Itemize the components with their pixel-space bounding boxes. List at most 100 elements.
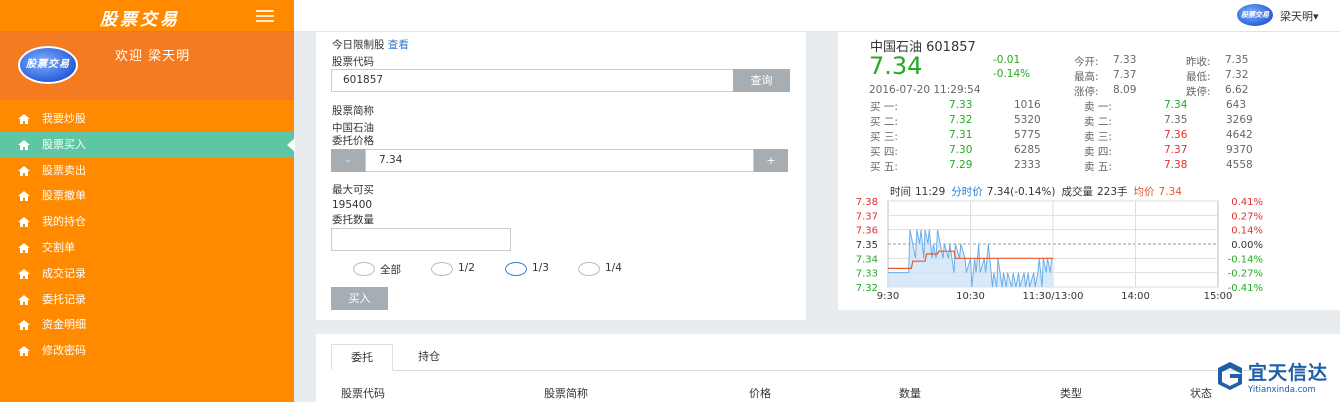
x-tick-label: 10:30 — [956, 291, 985, 302]
chart-volume-value: 223手 — [1097, 185, 1128, 198]
bid-label: 买 三: — [870, 131, 898, 143]
col-header-quantity: 数量 — [899, 387, 921, 400]
y-right-tick-label: 0.00% — [1231, 240, 1263, 251]
stat-value: 7.32 — [1225, 69, 1249, 81]
ask-label: 卖 二: — [1084, 116, 1112, 128]
col-header-code: 股票代码 — [341, 387, 385, 400]
stat-label: 最高: — [1074, 71, 1099, 83]
max-buy-value: 195400 — [332, 199, 373, 211]
user-menu[interactable]: 梁天明▾ — [1280, 8, 1319, 24]
y-right-tick-label: 0.41% — [1231, 197, 1263, 208]
y-left-tick-label: 7.34 — [856, 254, 878, 265]
price-change-pct: -0.14% — [993, 68, 1031, 80]
stat-label: 最低: — [1186, 71, 1211, 83]
sidebar-item-9[interactable]: 修改密码 — [0, 338, 294, 364]
tab-orders[interactable]: 委托 — [331, 344, 393, 371]
y-left-tick-label: 7.33 — [856, 269, 878, 280]
price-input[interactable]: 7.34 — [365, 149, 754, 172]
price-increase-button[interactable]: + — [754, 149, 788, 172]
sidebar-item-8[interactable]: 资金明细 — [0, 312, 294, 338]
home-icon — [18, 320, 30, 331]
sidebar-item-label: 我要炒股 — [42, 112, 86, 125]
profile-section: 股票交易 欢迎 梁天明 — [0, 32, 294, 100]
ask-volume: 643 — [1226, 99, 1247, 111]
bid-volume: 1016 — [1014, 99, 1041, 111]
ask-label: 卖 四: — [1084, 146, 1112, 158]
sidebar-nav: 我要炒股股票买入股票卖出股票撤单我的持仓交割单成交记录委托记录资金明细修改密码 — [0, 106, 295, 364]
bid-volume: 6285 — [1014, 144, 1041, 156]
price-change: -0.01 — [993, 54, 1021, 66]
radio-circle — [578, 262, 600, 276]
home-icon — [18, 268, 30, 279]
price-decrease-button[interactable]: - — [331, 149, 365, 172]
view-limit-link[interactable]: 查看 — [388, 39, 409, 51]
avatar: 股票交易 — [18, 46, 78, 84]
quantity-input[interactable] — [331, 228, 511, 251]
max-buy-label: 最大可买 — [332, 184, 374, 196]
y-left-tick-label: 7.38 — [856, 197, 878, 208]
home-icon — [18, 294, 30, 305]
sidebar-item-3[interactable]: 股票撤单 — [0, 183, 294, 209]
y-left-tick-label: 7.32 — [856, 283, 878, 294]
sidebar-item-label: 股票撤单 — [42, 189, 86, 203]
radio-label: 1/4 — [605, 262, 622, 274]
stock-code-input[interactable]: 601857 — [331, 69, 734, 92]
chart-header: 时间 11:29 分时价 7.34(-0.14%) 成交量 223手 均价 7.34 — [890, 185, 1182, 198]
ask-price: 7.36 — [1164, 129, 1188, 141]
sidebar-item-6[interactable]: 成交记录 — [0, 261, 294, 287]
price-label: 委托价格 — [332, 135, 374, 147]
brand-bar: 股票交易 — [0, 0, 294, 32]
ask-price: 7.38 — [1164, 159, 1188, 171]
x-tick-label: 11:30/13:00 — [1022, 291, 1083, 302]
y-right-tick-label: -0.14% — [1228, 254, 1263, 265]
col-header-type: 类型 — [1060, 387, 1082, 400]
stat-label: 今开: — [1074, 56, 1099, 68]
sidebar-item-label: 修改密码 — [42, 344, 86, 358]
sidebar-item-7[interactable]: 委托记录 — [0, 287, 294, 313]
chart-price-value: 7.34(-0.14%) — [987, 186, 1056, 198]
ask-price: 7.34 — [1164, 99, 1188, 111]
sidebar-item-label: 股票卖出 — [42, 163, 86, 177]
caret-down-icon: ▾ — [1313, 10, 1319, 23]
buy-button[interactable]: 买入 — [331, 287, 388, 310]
stat-label: 涨停: — [1074, 86, 1099, 98]
chart-time-value: 11:29 — [915, 186, 945, 198]
sidebar-item-label: 交割单 — [42, 240, 75, 254]
chart-series-label: 分时价 — [951, 186, 983, 198]
ask-volume: 9370 — [1226, 144, 1253, 156]
ask-label: 卖 三: — [1084, 131, 1112, 143]
query-button[interactable]: 查询 — [733, 69, 790, 92]
y-right-tick-label: -0.27% — [1228, 269, 1263, 280]
watermark: 宜天信达 Yitianxinda.com — [1212, 358, 1340, 402]
tab-holdings[interactable]: 持仓 — [393, 344, 465, 371]
stat-value: 8.09 — [1113, 84, 1137, 96]
intraday-chart: 7.38 7.37 7.36 7.35 7.34 7.33 7.32 0.41% 0.27% 0.… — [856, 185, 1263, 302]
sidebar-item-1[interactable]: 股票买入 — [0, 131, 295, 158]
ask-label: 卖 五: — [1084, 161, 1112, 173]
bid-price: 7.29 — [949, 159, 973, 171]
menu-toggle-icon[interactable] — [256, 10, 274, 22]
home-icon — [18, 217, 30, 228]
ask-price: 7.35 — [1164, 114, 1188, 126]
sidebar-item-2[interactable]: 股票卖出 — [0, 158, 294, 184]
bid-volume: 5775 — [1014, 129, 1041, 141]
sidebar-item-5[interactable]: 交割单 — [0, 235, 294, 261]
ask-price: 7.37 — [1164, 144, 1188, 156]
radio-circle — [353, 262, 375, 276]
radio-label: 全部 — [380, 264, 401, 276]
home-icon — [18, 114, 30, 124]
bid-price: 7.32 — [949, 114, 973, 126]
bid-price: 7.31 — [949, 129, 973, 141]
bid-price: 7.30 — [949, 144, 973, 156]
orders-tabs: 委托 持仓 — [331, 344, 1325, 371]
ask-volume: 4558 — [1226, 159, 1253, 171]
user-avatar[interactable]: 股票交易 — [1236, 3, 1274, 27]
x-tick-label: 9:30 — [877, 291, 899, 302]
radio-label: 1/3 — [532, 262, 549, 274]
x-tick-label: 15:00 — [1204, 291, 1233, 302]
stat-value: 7.33 — [1113, 54, 1137, 66]
sidebar-item-0[interactable]: 我要炒股 — [0, 106, 294, 132]
sidebar-item-label: 委托记录 — [42, 292, 86, 306]
sidebar-item-4[interactable]: 我的持仓 — [0, 209, 294, 235]
x-tick-label: 14:00 — [1121, 291, 1150, 302]
